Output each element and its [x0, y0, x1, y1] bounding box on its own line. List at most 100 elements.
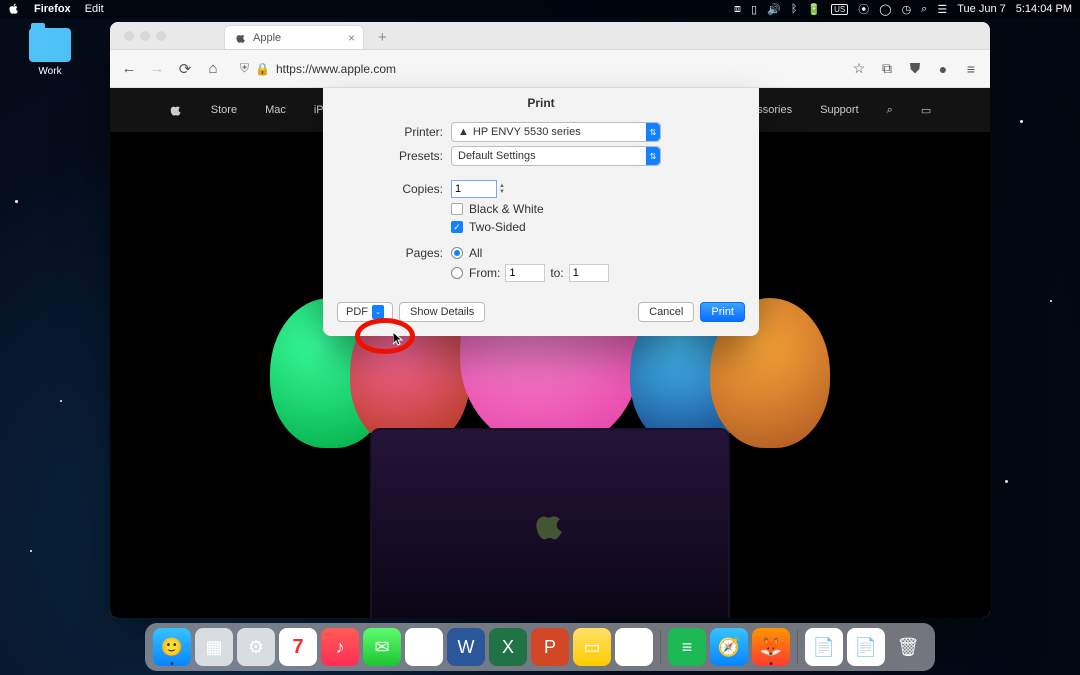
dock-doc1[interactable]: 📄	[805, 628, 843, 666]
copies-input[interactable]	[451, 180, 497, 198]
dock-word[interactable]: W	[447, 628, 485, 666]
warning-icon: ▲	[458, 126, 469, 138]
printer-value: HP ENVY 5530 series	[473, 126, 581, 138]
bluetooth-icon[interactable]: ᛒ	[791, 3, 798, 15]
menu-time[interactable]: 5:14:04 PM	[1016, 3, 1072, 15]
dock-powerpoint[interactable]: P	[531, 628, 569, 666]
user-icon[interactable]: ◯	[879, 3, 891, 16]
spotlight-icon[interactable]: ⌕	[921, 3, 927, 16]
menu-app-name[interactable]: Firefox	[34, 3, 71, 15]
nav-reload-button[interactable]: ⟳	[176, 60, 194, 78]
printer-select[interactable]: ▲ HP ENVY 5530 series ⇅	[451, 122, 661, 142]
copies-stepper[interactable]: ▲▼	[499, 183, 505, 195]
menu-date[interactable]: Tue Jun 7	[957, 3, 1006, 15]
pages-range-radio[interactable]	[451, 267, 463, 279]
url-text: https://www.apple.com	[276, 62, 396, 76]
dock-spotify[interactable]: ≡	[668, 628, 706, 666]
dock-calendar[interactable]: 7	[279, 628, 317, 666]
volume-icon[interactable]: 🔊	[767, 3, 781, 16]
pdf-label: PDF	[346, 306, 368, 318]
wifi-icon[interactable]: ⦿	[858, 1, 869, 17]
nav-support[interactable]: Support	[820, 104, 859, 116]
dock: 🙂▦⚙︎7♪✉︎◉WXP▭#≡🧭🦊📄📄🗑	[145, 623, 935, 671]
pages-from-input[interactable]	[505, 264, 545, 282]
printer-label: Printer:	[323, 125, 451, 139]
pdf-dropdown-button[interactable]: PDF ⌄	[337, 302, 393, 322]
dock-firefox[interactable]: 🦊	[752, 628, 790, 666]
lock-icon[interactable]: 🔒	[255, 62, 270, 76]
nav-back-button[interactable]: ←	[120, 60, 138, 77]
dock-excel[interactable]: X	[489, 628, 527, 666]
dropbox-icon[interactable]: ⧈	[734, 3, 741, 16]
bookmark-star-icon[interactable]: ☆	[850, 60, 868, 77]
desktop-folder-label: Work	[20, 66, 80, 77]
input-source-icon[interactable]: US	[831, 4, 848, 15]
window-close-button[interactable]	[124, 31, 134, 41]
bw-label: Black & White	[469, 202, 544, 216]
search-icon[interactable]: ⌕	[887, 104, 893, 117]
url-bar[interactable]: ⛨ 🔒 https://www.apple.com	[232, 57, 840, 81]
extension-icon[interactable]: ⧉	[878, 60, 896, 77]
dock-finder[interactable]: 🙂	[153, 628, 191, 666]
phone-icon[interactable]: ▯	[751, 3, 757, 16]
bw-checkbox[interactable]	[451, 203, 463, 215]
battery-icon[interactable]: 🔋	[807, 3, 821, 16]
hero-laptop	[370, 428, 730, 618]
dropdown-arrows-icon: ⇅	[646, 147, 660, 165]
show-details-button[interactable]: Show Details	[399, 302, 485, 322]
menu-edit[interactable]: Edit	[85, 3, 104, 15]
tab-apple[interactable]: Apple ×	[224, 25, 364, 49]
hamburger-menu-icon[interactable]: ≡	[962, 61, 980, 77]
dock-doc2[interactable]: 📄	[847, 628, 885, 666]
nav-mac[interactable]: Mac	[265, 104, 286, 116]
browser-toolbar: ← → ⟳ ⌂ ⛨ 🔒 https://www.apple.com ☆ ⧉ ⛊ …	[110, 50, 990, 88]
tab-title: Apple	[253, 32, 281, 44]
pocket-icon[interactable]: ⛊	[906, 60, 924, 77]
nav-store[interactable]: Store	[211, 104, 237, 116]
presets-select[interactable]: Default Settings ⇅	[451, 146, 661, 166]
pages-to-input[interactable]	[569, 264, 609, 282]
copies-label: Copies:	[323, 182, 451, 196]
control-center-icon[interactable]: ☰	[937, 3, 947, 16]
apple-logo-icon[interactable]	[169, 103, 183, 117]
chevron-down-icon: ⌄	[372, 305, 384, 319]
dock-chrome[interactable]: ◉	[405, 628, 443, 666]
tab-bar: Apple × +	[110, 22, 990, 50]
bag-icon[interactable]: ▭	[921, 104, 931, 117]
new-tab-button[interactable]: +	[378, 29, 387, 49]
twosided-label: Two-Sided	[469, 220, 526, 234]
tab-close-button[interactable]: ×	[348, 31, 355, 45]
pages-label: Pages:	[323, 246, 451, 260]
pages-all-radio[interactable]	[451, 247, 463, 259]
print-button[interactable]: Print	[700, 302, 745, 322]
pages-to-label: to:	[550, 266, 563, 280]
dock-safari[interactable]: 🧭	[710, 628, 748, 666]
pages-from-label: From:	[469, 266, 500, 280]
apple-menu-icon[interactable]	[8, 3, 20, 15]
folder-icon	[29, 28, 71, 62]
twosided-checkbox[interactable]: ✓	[451, 221, 463, 233]
dock-settings[interactable]: ⚙︎	[237, 628, 275, 666]
dock-music[interactable]: ♪	[321, 628, 359, 666]
profile-icon[interactable]: ●	[934, 61, 952, 77]
dock-trash[interactable]: 🗑	[889, 628, 927, 666]
apple-favicon-icon	[235, 32, 247, 44]
dock-messages[interactable]: ✉︎	[363, 628, 401, 666]
cancel-button[interactable]: Cancel	[638, 302, 694, 322]
nav-home-button[interactable]: ⌂	[204, 60, 222, 77]
window-minimize-button[interactable]	[140, 31, 150, 41]
print-dialog: Print Printer: ▲ HP ENVY 5530 series ⇅ P…	[323, 88, 759, 336]
dropdown-arrows-icon: ⇅	[646, 123, 660, 141]
pages-all-label: All	[469, 246, 482, 260]
dock-slack[interactable]: #	[615, 628, 653, 666]
cursor-icon	[393, 332, 405, 346]
dock-launchpad[interactable]: ▦	[195, 628, 233, 666]
clock-icon[interactable]: ◷	[902, 3, 912, 16]
window-zoom-button[interactable]	[156, 31, 166, 41]
print-title: Print	[323, 88, 759, 118]
dock-notes[interactable]: ▭	[573, 628, 611, 666]
desktop-folder-work[interactable]: Work	[20, 28, 80, 77]
menu-bar: Firefox Edit ⧈ ▯ 🔊 ᛒ 🔋 US ⦿ ◯ ◷ ⌕ ☰ Tue …	[0, 0, 1080, 18]
shield-icon[interactable]: ⛨	[240, 61, 249, 76]
nav-forward-button[interactable]: →	[148, 60, 166, 77]
